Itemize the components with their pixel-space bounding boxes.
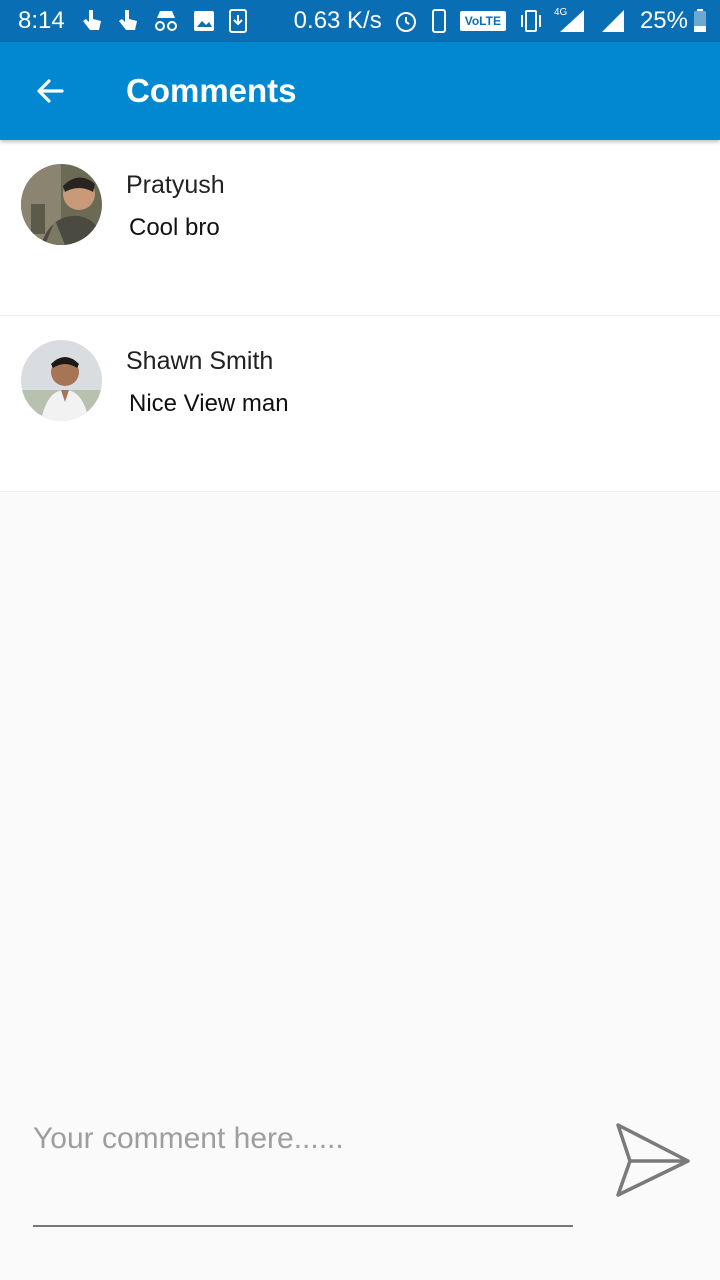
comment-item[interactable]: Shawn Smith Nice View man	[0, 316, 720, 492]
signal-icon: 4G	[554, 7, 586, 33]
avatar[interactable]	[21, 164, 102, 245]
volte-badge: VoLTE	[459, 11, 506, 31]
page-title: Comments	[126, 72, 297, 109]
comment-composer	[0, 1100, 720, 1280]
alarm-icon	[394, 9, 418, 33]
touch-icon	[81, 8, 103, 34]
image-icon	[193, 10, 215, 32]
status-bar: 8:14 0.63 K/s VoLTE 4G 25%	[0, 0, 720, 42]
signal-icon	[600, 9, 626, 33]
send-icon	[616, 1123, 690, 1197]
comment-input[interactable]	[33, 1112, 573, 1227]
network-speed: 0.63 K/s	[293, 7, 382, 34]
status-time: 8:14	[18, 7, 65, 34]
comment-list: Pratyush Cool bro Shawn Smith Nice View …	[0, 140, 720, 492]
battery-percent: 25%	[639, 7, 688, 34]
vibrate-icon	[518, 9, 544, 33]
comment-text: Cool bro	[129, 214, 220, 241]
touch-icon	[117, 8, 139, 34]
app-bar: Comments	[0, 42, 720, 140]
avatar[interactable]	[21, 340, 102, 421]
back-button[interactable]	[20, 61, 80, 121]
send-button[interactable]	[606, 1118, 696, 1202]
arrow-back-icon	[37, 79, 64, 103]
phone-icon	[431, 9, 446, 33]
download-icon	[228, 9, 247, 33]
incognito-icon	[153, 10, 179, 32]
comment-author: Shawn Smith	[126, 347, 274, 375]
comment-author: Pratyush	[126, 171, 225, 199]
battery-icon	[694, 9, 706, 33]
comment-item[interactable]: Pratyush Cool bro	[0, 140, 720, 316]
comment-text: Nice View man	[129, 390, 289, 417]
network-type: 4G	[553, 7, 568, 18]
